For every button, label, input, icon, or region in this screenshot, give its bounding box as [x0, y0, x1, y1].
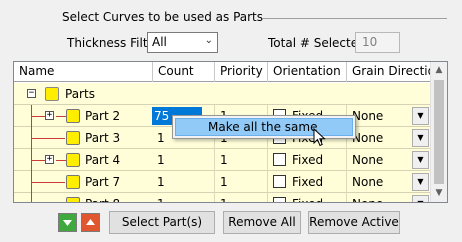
remove-active-button[interactable]: Remove Active [308, 211, 400, 234]
count-value: 1 [157, 193, 165, 202]
grain-direction-value: None [352, 197, 383, 202]
total-selected-field: 10 [355, 32, 400, 53]
orientation-label: Fixed [292, 175, 324, 189]
thickness-filter-value: All [152, 35, 167, 49]
column-header-priority[interactable]: Priority [215, 62, 268, 82]
tree-connector [56, 160, 66, 161]
select-parts-button[interactable]: Select Part(s) [109, 211, 215, 234]
context-menu-item-label: Make all the same [208, 120, 318, 134]
grain-direction-dropdown-button[interactable]: ▼ [412, 107, 429, 125]
priority-cell[interactable]: 1 [215, 171, 268, 193]
count-value: 1 [157, 153, 165, 167]
grain-direction-dropdown-button[interactable]: ▼ [412, 151, 429, 169]
part-icon [66, 153, 80, 167]
vertical-scrollbar[interactable]: ▲ ▼ [430, 62, 447, 202]
part-name: Part 3 [85, 131, 121, 145]
grid-body: − Parts +Part 2751FixedNone▼Part 311Fixe… [14, 83, 432, 202]
priority-cell[interactable]: 1 [215, 193, 268, 202]
grain-direction-dropdown-button[interactable]: ▼ [412, 129, 429, 147]
arrow-up-icon [86, 219, 95, 225]
remove-all-button[interactable]: Remove All [223, 211, 301, 234]
section-title: Select Curves to be used as Parts [62, 10, 264, 24]
priority-value: 1 [220, 153, 228, 167]
priority-cell[interactable]: 1 [215, 149, 268, 171]
part-icon [66, 197, 80, 202]
table-row[interactable]: Part 7 1 1 Fixed None ▼ [14, 171, 432, 193]
thickness-filter-select[interactable]: All ⌄ [147, 32, 218, 53]
grain-direction-value: None [352, 153, 384, 167]
tree-root-label: Parts [65, 87, 95, 101]
tree-connector [31, 182, 65, 183]
part-name: Part 7 [85, 175, 121, 189]
tree-connector [31, 193, 32, 202]
grid-header: Name Count Priority Orientation Grain Di… [14, 62, 443, 82]
column-header-grain-direction[interactable]: Grain Direction [347, 62, 443, 82]
priority-value: 1 [220, 197, 228, 202]
move-down-button[interactable] [58, 213, 77, 232]
grain-direction-dropdown-button[interactable]: ▼ [412, 195, 429, 202]
scroll-down-icon[interactable]: ▼ [431, 185, 447, 202]
grain-direction-value: None [352, 109, 384, 123]
total-selected-value: 10 [362, 35, 378, 49]
orientation-label: Fixed [292, 193, 323, 202]
grain-direction-value: None [352, 175, 384, 189]
tree-connector [31, 116, 45, 117]
orientation-label: Fixed [292, 153, 324, 167]
context-menu: Make all the same [172, 115, 356, 139]
part-icon [66, 175, 80, 189]
expand-icon[interactable]: + [45, 111, 54, 120]
scrollbar-thumb[interactable] [434, 80, 444, 184]
part-name: Part 2 [85, 109, 121, 123]
column-header-name[interactable]: Name [14, 62, 153, 82]
table-row[interactable]: + Part 4 1 1 Fixed None ▼ [14, 149, 432, 171]
tree-connector [56, 116, 66, 117]
orientation-checkbox[interactable] [273, 175, 286, 188]
part-icon [66, 131, 80, 145]
arrow-down-icon [63, 220, 72, 226]
move-up-button[interactable] [81, 213, 100, 232]
tree-connector [31, 138, 65, 139]
column-header-count[interactable]: Count [153, 62, 215, 82]
tree-root-row[interactable]: − Parts [14, 83, 432, 105]
priority-value: 1 [220, 175, 228, 189]
column-header-orientation[interactable]: Orientation [268, 62, 347, 82]
count-value: 1 [157, 131, 165, 145]
grain-direction-value: None [352, 131, 384, 145]
orientation-checkbox[interactable] [273, 197, 286, 202]
tree-connector [31, 160, 45, 161]
grain-direction-dropdown-button[interactable]: ▼ [412, 173, 429, 191]
count-value: 1 [157, 175, 165, 189]
table-row[interactable]: Part 8 1 1 Fixed None ▼ [14, 193, 432, 202]
parts-folder-icon [45, 87, 59, 101]
scroll-up-icon[interactable]: ▲ [431, 62, 447, 79]
part-icon [66, 109, 80, 123]
expand-icon[interactable]: + [45, 155, 54, 164]
section-divider [262, 18, 447, 19]
orientation-checkbox[interactable] [273, 153, 286, 166]
chevron-down-icon: ⌄ [204, 35, 213, 46]
mouse-cursor-icon [313, 128, 326, 147]
part-name: Part 8 [85, 193, 120, 202]
part-name: Part 4 [85, 153, 121, 167]
collapse-icon[interactable]: − [27, 89, 36, 98]
